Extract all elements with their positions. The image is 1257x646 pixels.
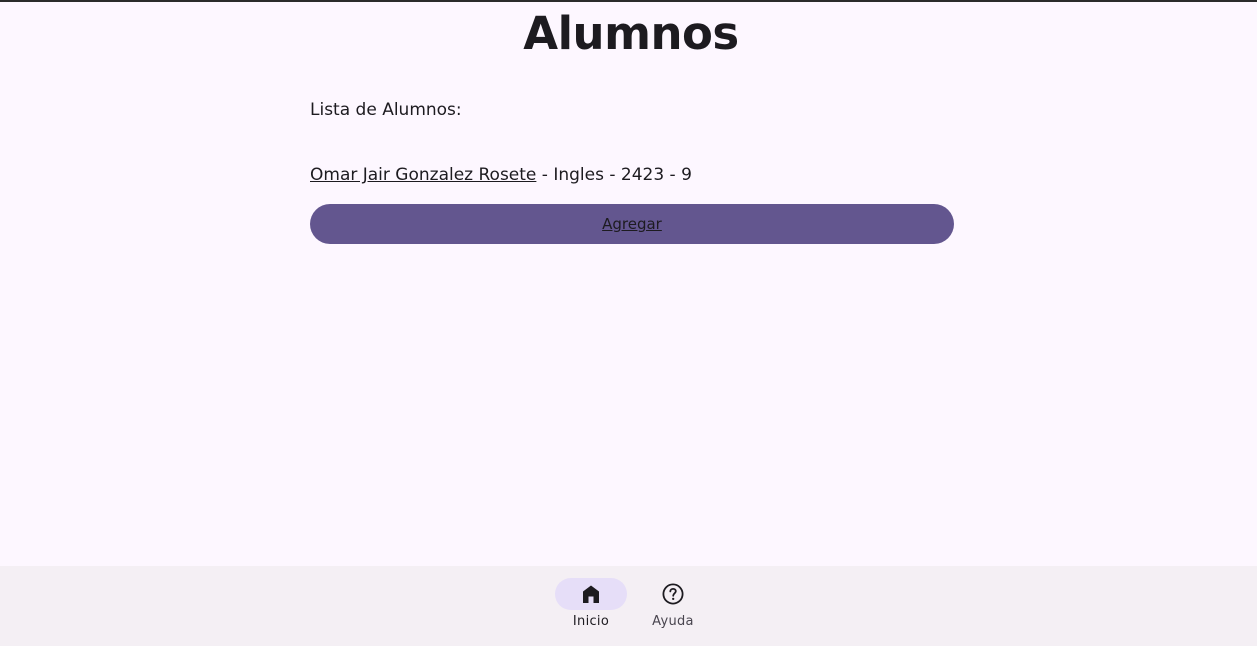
add-button-label: Agregar (602, 215, 662, 233)
home-icon (583, 585, 599, 603)
help-circle-icon (662, 583, 684, 605)
list-heading: Lista de Alumnos: (310, 100, 462, 120)
student-details: - Ingles - 2423 - 9 (536, 165, 692, 185)
student-name-link[interactable]: Omar Jair Gonzalez Rosete (310, 165, 536, 185)
nav-label-ayuda: Ayuda (652, 614, 694, 629)
bottom-navigation: Inicio Ayuda (0, 566, 1257, 646)
nav-item-inicio[interactable]: Inicio (551, 566, 631, 646)
list-item: Omar Jair Gonzalez Rosete - Ingles - 242… (310, 163, 692, 187)
page-title: Alumnos (523, 7, 739, 60)
nav-item-ayuda[interactable]: Ayuda (633, 566, 713, 646)
add-button[interactable]: Agregar (310, 204, 954, 244)
top-border (0, 0, 1257, 2)
nav-label-inicio: Inicio (572, 614, 610, 629)
